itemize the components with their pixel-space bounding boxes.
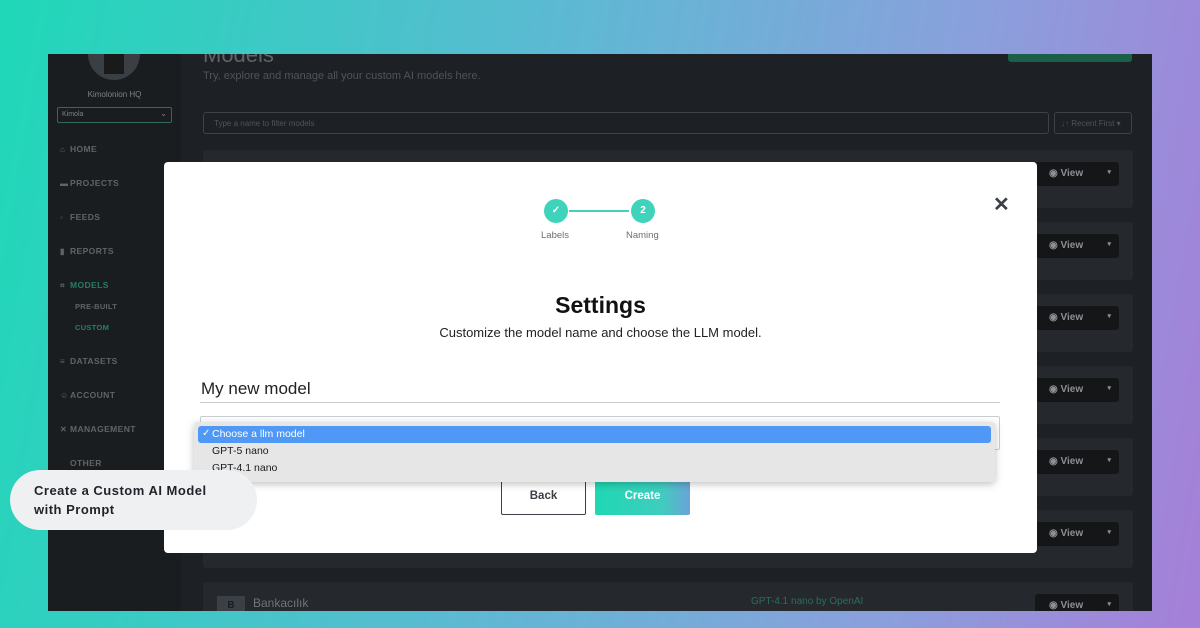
org-name: Kimolonion HQ bbox=[87, 90, 142, 99]
eye-icon: ◉ bbox=[1049, 600, 1061, 611]
modal-subtitle: Customize the model name and choose the … bbox=[439, 325, 762, 340]
sidebar-item-projects[interactable]: ▬ PROJECTS bbox=[60, 178, 119, 188]
sidebar-item-management[interactable]: ✕ MANAGEMENT bbox=[60, 424, 136, 434]
llm-model-dropdown: ✓ Choose a llm model GPT-5 nano GPT-4.1 n… bbox=[194, 422, 995, 482]
org-select-value: Kimola bbox=[62, 111, 84, 118]
page-title: Models bbox=[203, 54, 274, 67]
close-icon[interactable]: ✕ bbox=[993, 192, 1010, 217]
step-labels-label: Labels bbox=[541, 230, 569, 241]
step-naming-circle: 2 bbox=[631, 199, 655, 223]
modal-title: Settings bbox=[555, 292, 646, 318]
folder-icon: ▬ bbox=[60, 179, 69, 188]
model-name: Bankacılık bbox=[253, 596, 309, 610]
caption-banner: Create a Custom AI Model with Prompt bbox=[10, 470, 257, 530]
chart-icon: ▮ bbox=[60, 247, 65, 256]
model-badge: B bbox=[217, 596, 245, 611]
eye-icon: ◉ bbox=[1049, 168, 1061, 179]
page-subtitle: Try, explore and manage all your custom … bbox=[203, 70, 481, 82]
sidebar-item-account[interactable]: ☺ACCOUNT bbox=[60, 390, 115, 400]
models-icon: ⌗ bbox=[60, 281, 65, 290]
view-button[interactable]: ◉ View ▾ bbox=[1035, 594, 1119, 611]
eye-icon: ◉ bbox=[1049, 456, 1061, 467]
eye-icon: ◉ bbox=[1049, 312, 1061, 323]
list-item: B Bankacılık GPT-4.1 nano by OpenAI ◉ Vi… bbox=[203, 582, 1133, 611]
stepper-connector bbox=[569, 210, 629, 212]
new-model-button[interactable] bbox=[1008, 54, 1132, 62]
sidebar-subitem-custom[interactable]: CUSTOM bbox=[75, 323, 109, 332]
sort-select[interactable]: ↓↑ Recent First ▾ bbox=[1054, 112, 1132, 134]
settings-modal: ✕ ✓ Labels 2 Naming Settings Customize t… bbox=[164, 162, 1037, 553]
view-button[interactable]: ◉ View ▾ bbox=[1035, 450, 1119, 474]
view-button[interactable]: ◉ View ▾ bbox=[1035, 378, 1119, 402]
view-button[interactable]: ◉ View ▾ bbox=[1035, 162, 1119, 186]
create-button[interactable]: Create bbox=[595, 478, 690, 515]
chevron-down-icon: ⌄ bbox=[160, 109, 167, 118]
step-naming-label: Naming bbox=[626, 230, 659, 241]
back-button[interactable]: Back bbox=[501, 478, 586, 515]
sidebar-item-reports[interactable]: ▮ REPORTS bbox=[60, 246, 114, 256]
view-button[interactable]: ◉ View ▾ bbox=[1035, 522, 1119, 546]
eye-icon: ◉ bbox=[1049, 240, 1061, 251]
user-icon: ☺ bbox=[60, 391, 69, 400]
org-select[interactable]: Kimola ⌄ bbox=[57, 107, 172, 123]
eye-icon: ◉ bbox=[1049, 528, 1061, 539]
eye-icon: ◉ bbox=[1049, 384, 1061, 395]
sidebar-item-models[interactable]: ⌗ MODELS bbox=[60, 280, 109, 291]
model-name-input[interactable] bbox=[200, 375, 1000, 403]
feed-icon: ◦ bbox=[60, 213, 64, 222]
step-labels-check-icon[interactable]: ✓ bbox=[544, 199, 568, 223]
avatar[interactable] bbox=[88, 54, 140, 80]
sidebar-item-feeds[interactable]: ◦ FEEDS bbox=[60, 212, 100, 222]
sidebar-item-other[interactable]: OTHER bbox=[60, 458, 102, 468]
sidebar-subitem-prebuilt[interactable]: PRE-BUILT bbox=[75, 302, 117, 311]
view-button[interactable]: ◉ View ▾ bbox=[1035, 234, 1119, 258]
filter-input[interactable]: Type a name to filter models bbox=[203, 112, 1049, 134]
dropdown-option[interactable]: GPT-4.1 nano bbox=[198, 460, 991, 477]
database-icon: ≡ bbox=[60, 357, 66, 366]
dropdown-option[interactable]: ✓ Choose a llm model bbox=[198, 426, 991, 443]
view-button[interactable]: ◉ View ▾ bbox=[1035, 306, 1119, 330]
home-icon: ⌂ bbox=[60, 145, 66, 154]
dropdown-option[interactable]: GPT-5 nano bbox=[198, 443, 991, 460]
sidebar-item-home[interactable]: ⌂ HOME bbox=[60, 144, 97, 154]
check-icon: ✓ bbox=[202, 428, 211, 439]
model-provider: GPT-4.1 nano by OpenAI bbox=[751, 596, 864, 607]
tools-icon: ✕ bbox=[60, 425, 68, 434]
sidebar-item-datasets[interactable]: ≡ DATASETS bbox=[60, 356, 118, 366]
